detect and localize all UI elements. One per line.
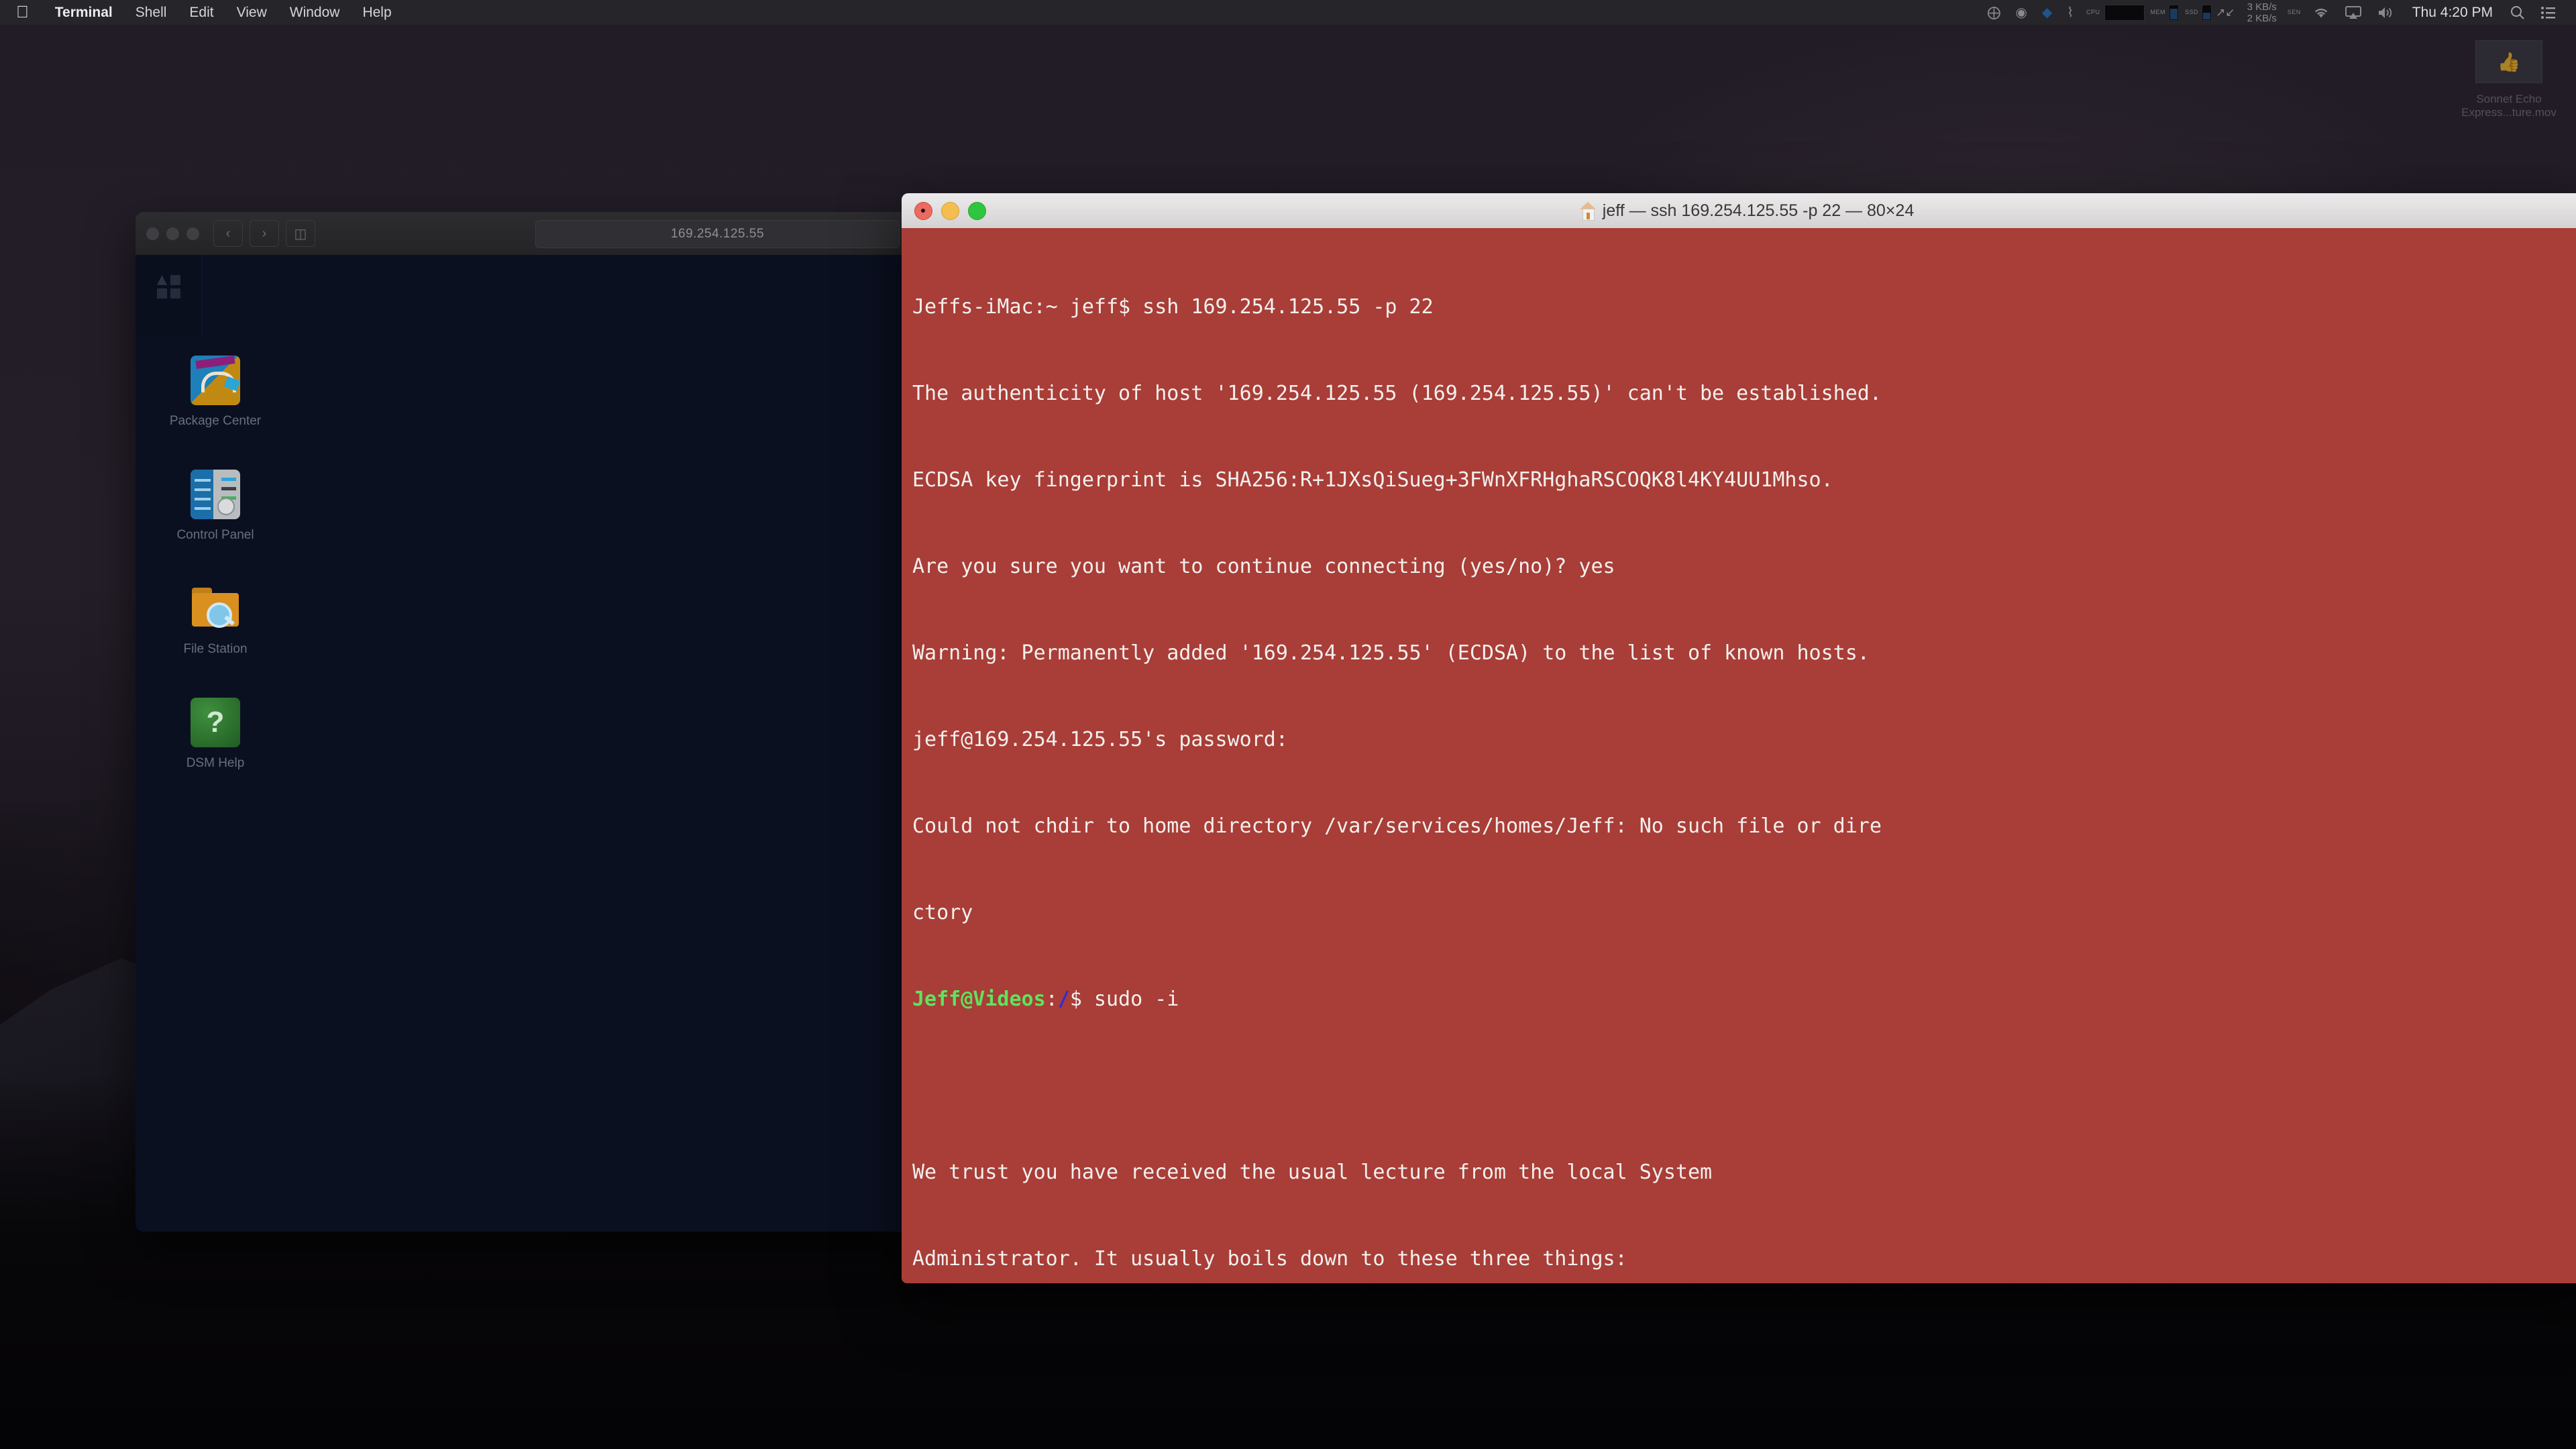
volume-icon[interactable] [2369, 0, 2403, 25]
network-download-speed: 2 KB/s [2247, 12, 2277, 24]
cpu-label: CPU [2086, 9, 2100, 15]
network-arrows-icon[interactable]: ↗↙ [2214, 0, 2241, 25]
back-icon[interactable]: ‹ [213, 220, 243, 247]
dsm-icon-label: Package Center [169, 414, 262, 428]
dsm-zoom-button[interactable] [186, 227, 199, 240]
cpu-graph-icon[interactable] [2104, 4, 2145, 21]
screen-record-icon[interactable]: ◉ [2008, 0, 2034, 25]
terminal-line: We trust you have received the usual lec… [912, 1161, 1713, 1184]
terminal-output[interactable]: Jeffs-iMac:~ jeff$ ssh 169.254.125.55 -p… [902, 228, 2576, 1283]
dsm-icon-file-station[interactable]: File Station [152, 584, 279, 657]
bluetooth-icon[interactable]: ⨁ [1980, 0, 2008, 25]
terminal-line: jeff@169.254.125.55's password: [912, 728, 1288, 751]
dsm-titlebar[interactable]: ‹ › ◫ 169.254.125.55 [136, 212, 910, 256]
terminal-title-text: jeff — ssh 169.254.125.55 -p 22 — 80×24 [1602, 201, 1915, 220]
network-speed: 3 KB/s 2 KB/s [2242, 1, 2282, 24]
macos-menubar[interactable]:  Terminal Shell Edit View Window Help ⨁… [0, 0, 2576, 25]
address-bar[interactable]: 169.254.125.55 [535, 220, 900, 248]
terminal-line: Are you sure you want to continue connec… [912, 555, 1615, 578]
terminal-line: Could not chdir to home directory /var/s… [912, 814, 1882, 838]
control-center-icon[interactable] [2533, 0, 2564, 25]
sidebar-icon[interactable]: ◫ [286, 220, 315, 247]
desktop-file-icon[interactable]: 👍 Sonnet Echo Express...ture.mov [2455, 40, 2563, 119]
terminal-line: ECDSA key fingerprint is SHA256:R+1JXsQi… [912, 468, 1833, 492]
prompt-colon: : [1045, 987, 1058, 1011]
menu-window[interactable]: Window [278, 5, 352, 21]
dsm-help-icon: ? [191, 698, 240, 747]
terminal-line: Administrator. It usually boils down to … [912, 1247, 1627, 1271]
package-center-icon [191, 356, 240, 405]
house-icon [1579, 202, 1596, 221]
menu-view[interactable]: View [225, 5, 278, 21]
terminal-window[interactable]: jeff — ssh 169.254.125.55 -p 22 — 80×24 … [902, 193, 2576, 1283]
dsm-desktop: Package Center Control Panel File Statio… [136, 255, 910, 1232]
menubar-status-area[interactable]: ⨁ ◉ ◆ ⌇ CPU MEM SSD ↗↙ 3 KB/s 2 KB/s SEN… [1980, 0, 2576, 25]
network-upload-speed: 3 KB/s [2247, 1, 2277, 13]
apple-menu-icon[interactable]:  [16, 4, 29, 21]
sensors-label: SEN [2287, 9, 2301, 15]
dsm-icon-control-panel[interactable]: Control Panel [152, 470, 279, 543]
terminal-line: ctory [912, 901, 973, 924]
menu-terminal[interactable]: Terminal [44, 5, 124, 21]
terminal-line: Warning: Permanently added '169.254.125.… [912, 641, 1870, 665]
dsm-icon-label: Control Panel [176, 528, 254, 542]
wifi-icon[interactable] [2305, 0, 2337, 25]
dsm-icon-dsm-help[interactable]: ? DSM Help [152, 698, 279, 771]
prompt-path: / [1057, 987, 1070, 1011]
desktop-file-label: Sonnet Echo Express...ture.mov [2461, 93, 2557, 119]
terminal-title: jeff — ssh 169.254.125.55 -p 22 — 80×24 [902, 201, 2576, 221]
ssd-bar-icon[interactable] [2202, 4, 2212, 21]
terminal-line: The authenticity of host '169.254.125.55… [912, 382, 1882, 405]
dsm-close-button[interactable] [146, 227, 159, 240]
forward-icon[interactable]: › [250, 220, 279, 247]
airplay-icon[interactable] [2337, 0, 2369, 25]
mem-label: MEM [2150, 9, 2166, 15]
broom-icon[interactable]: ⌇ [2059, 0, 2081, 25]
ssd-label: SSD [2185, 9, 2199, 15]
menu-help[interactable]: Help [351, 5, 402, 21]
thumbs-up-icon: 👍 [2475, 40, 2542, 83]
menu-shell[interactable]: Shell [124, 5, 178, 21]
menubar-clock[interactable]: Thu 4:20 PM [2403, 5, 2502, 21]
menu-edit[interactable]: Edit [178, 5, 225, 21]
diamond-icon[interactable]: ◆ [2035, 0, 2059, 25]
prompt-command: $ sudo -i [1069, 987, 1179, 1011]
terminal-line: Jeffs-iMac:~ jeff$ ssh 169.254.125.55 -p… [912, 295, 1434, 319]
prompt-user: Jeff@Videos [912, 987, 1046, 1011]
control-panel-icon [191, 470, 240, 519]
dsm-browser-window[interactable]: ‹ › ◫ 169.254.125.55 Package Center Cont… [136, 212, 910, 1232]
synology-logo-icon [157, 275, 181, 299]
dsm-icon-label: File Station [183, 642, 248, 656]
dsm-minimize-button[interactable] [166, 227, 179, 240]
dsm-taskbar[interactable] [136, 255, 202, 335]
spotlight-search-icon[interactable] [2502, 0, 2533, 25]
terminal-titlebar[interactable]: jeff — ssh 169.254.125.55 -p 22 — 80×24 [902, 193, 2576, 229]
file-station-icon [191, 584, 240, 633]
mem-bar-icon[interactable] [2169, 4, 2180, 21]
terminal-prompt-line: Jeff@Videos:/$ sudo -i [912, 985, 2576, 1014]
dsm-icon-label: DSM Help [186, 756, 245, 770]
dsm-icon-package-center[interactable]: Package Center [152, 356, 279, 429]
